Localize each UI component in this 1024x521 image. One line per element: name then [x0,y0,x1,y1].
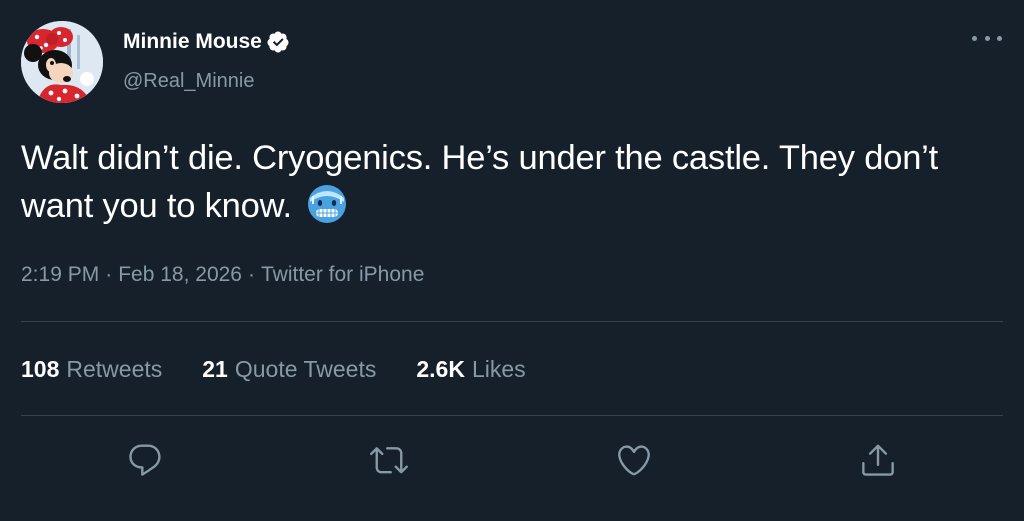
retweets-count: 108 [21,356,60,382]
tweet-card: Minnie Mouse @Real_Minnie Walt didn’t di… [0,0,1024,521]
cold-face-emoji-icon [308,185,347,223]
likes-label: Likes [471,356,526,382]
reply-icon [129,444,161,476]
like-icon [618,445,650,476]
quote-tweets-count: 21 [202,356,228,382]
display-name[interactable]: Minnie Mouse [123,30,262,54]
author-handle[interactable]: @Real_Minnie [123,70,254,93]
retweets-label: Retweets [66,356,163,382]
more-dot [984,35,990,41]
more-options-icon[interactable] [972,27,1002,49]
divider [21,321,1003,322]
verified-badge-icon [267,31,289,53]
more-dot [972,35,977,41]
retweet-icon [370,447,408,474]
tweet-time[interactable]: 2:19 PM [21,263,99,287]
meta-separator: · [247,263,255,286]
minnie-mouse-avatar-icon [21,21,103,103]
likes-count: 2.6K [416,356,465,382]
tweet-stats: 108 Retweets 21 Quote Tweets 2.6K Likes [21,356,526,383]
quote-tweets-stat[interactable]: 21 Quote Tweets [202,356,376,383]
author-name-row[interactable]: Minnie Mouse [123,30,290,54]
action-bar [0,437,1024,483]
tweet-body: Walt didn’t die. Cryogenics. He’s under … [21,139,939,225]
reply-button[interactable] [122,437,168,483]
share-icon [862,444,894,476]
more-dot [997,35,1002,41]
likes-stat[interactable]: 2.6K Likes [416,356,525,383]
like-button[interactable] [611,437,657,483]
divider [21,415,1003,416]
tweet-text: Walt didn’t die. Cryogenics. He’s under … [21,134,1006,230]
retweets-stat[interactable]: 108 Retweets [21,356,162,383]
tweet-date[interactable]: Feb 18, 2026 [118,263,242,287]
tweet-meta: 2:19 PM · Feb 18, 2026 · Twitter for iPh… [21,263,424,287]
tweet-source[interactable]: Twitter for iPhone [261,263,424,287]
meta-separator: · [105,263,113,286]
avatar[interactable] [21,21,103,103]
quote-tweets-label: Quote Tweets [234,356,377,382]
retweet-button[interactable] [366,437,412,483]
share-button[interactable] [855,437,901,483]
